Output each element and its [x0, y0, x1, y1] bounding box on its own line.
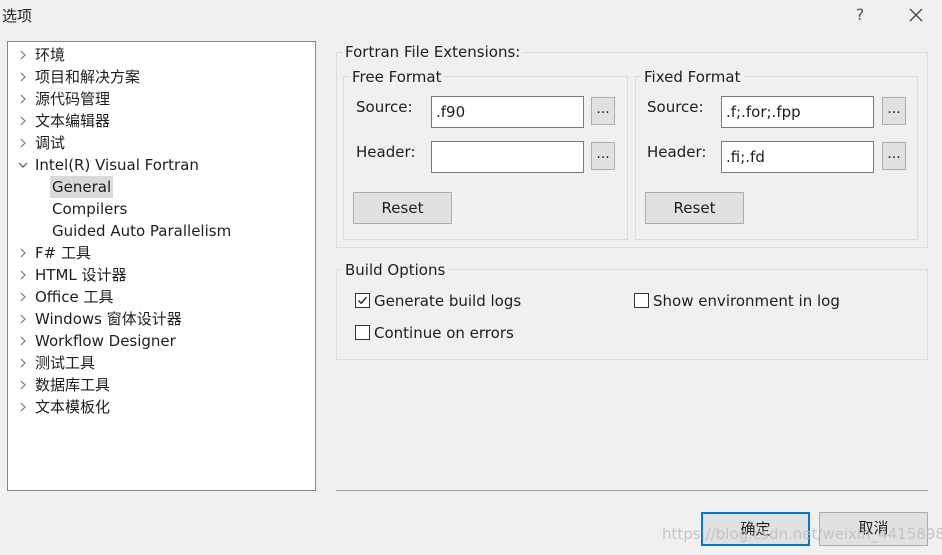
tree-item-label: Office 工具 — [35, 288, 114, 306]
fixed-source-browse-button[interactable]: ... — [882, 97, 906, 125]
chevron-right-icon[interactable] — [17, 330, 29, 352]
fixed-source-input[interactable]: .f;.for;.fpp — [721, 96, 874, 128]
free-header-browse-button[interactable]: ... — [591, 142, 615, 170]
chevron-right-icon[interactable] — [17, 132, 29, 154]
generate-build-logs-checkbox[interactable] — [355, 293, 370, 308]
free-source-input[interactable]: .f90 — [431, 96, 584, 128]
help-button[interactable]: ? — [850, 4, 870, 26]
tree-item[interactable]: Workflow Designer — [8, 330, 315, 352]
tree-item[interactable]: 调试 — [8, 132, 315, 154]
show-environment-label[interactable]: Show environment in log — [653, 291, 840, 311]
tree-item-label: Guided Auto Parallelism — [52, 222, 232, 240]
close-button[interactable] — [905, 4, 927, 26]
show-environment-checkbox[interactable] — [634, 293, 649, 308]
tree-item-label: 源代码管理 — [35, 90, 111, 108]
tree-item[interactable]: 数据库工具 — [8, 374, 315, 396]
tree-item-label: Workflow Designer — [35, 332, 176, 350]
tree-child-item[interactable]: Guided Auto Parallelism — [8, 220, 315, 242]
tree-item-label: F# 工具 — [35, 244, 91, 262]
tree-item[interactable]: Intel(R) Visual Fortran — [8, 154, 315, 176]
fixed-source-label: Source: — [647, 98, 704, 116]
tree-item-label: 项目和解决方案 — [35, 68, 141, 86]
fixed-reset-button[interactable]: Reset — [645, 192, 744, 224]
fixed-header-browse-button[interactable]: ... — [882, 142, 906, 170]
tree-item[interactable]: F# 工具 — [8, 242, 315, 264]
free-reset-button[interactable]: Reset — [353, 192, 452, 224]
tree-item[interactable]: 项目和解决方案 — [8, 66, 315, 88]
free-format-title: Free Format — [349, 68, 445, 86]
chevron-right-icon[interactable] — [17, 374, 29, 396]
chevron-right-icon[interactable] — [17, 242, 29, 264]
tree-item[interactable]: 文本编辑器 — [8, 110, 315, 132]
tree-item[interactable]: Office 工具 — [8, 286, 315, 308]
cancel-button[interactable]: 取消 — [819, 512, 928, 546]
tree-item[interactable]: 源代码管理 — [8, 88, 315, 110]
tree-item-label: Windows 窗体设计器 — [35, 310, 182, 328]
tree-child-item[interactable]: General — [8, 176, 315, 198]
build-options-title: Build Options — [342, 261, 449, 279]
chevron-right-icon[interactable] — [17, 264, 29, 286]
free-source-label: Source: — [356, 98, 413, 116]
chevron-right-icon[interactable] — [17, 308, 29, 330]
ok-button[interactable]: 确定 — [701, 512, 810, 546]
chevron-right-icon[interactable] — [17, 88, 29, 110]
free-source-browse-button[interactable]: ... — [591, 97, 615, 125]
tree-item-label: General — [50, 176, 114, 198]
tree-child-item[interactable]: Compilers — [8, 198, 315, 220]
chevron-right-icon[interactable] — [17, 44, 29, 66]
tree-item-label: Intel(R) Visual Fortran — [35, 156, 199, 174]
continue-on-errors-checkbox[interactable] — [355, 325, 370, 340]
chevron-right-icon[interactable] — [17, 286, 29, 308]
chevron-down-icon[interactable] — [17, 154, 29, 176]
tree-item-label: 环境 — [35, 46, 66, 64]
free-header-label: Header: — [356, 143, 416, 161]
chevron-right-icon[interactable] — [17, 110, 29, 132]
tree-item-label: 文本模板化 — [35, 398, 111, 416]
fixed-header-input[interactable]: .fi;.fd — [721, 141, 874, 173]
tree-item-label: 数据库工具 — [35, 376, 111, 394]
generate-build-logs-label[interactable]: Generate build logs — [374, 291, 521, 311]
tree-item[interactable]: HTML 设计器 — [8, 264, 315, 286]
fixed-header-label: Header: — [647, 143, 707, 161]
file-extensions-title: Fortran File Extensions: — [342, 43, 524, 61]
tree-item[interactable]: 环境 — [8, 44, 315, 66]
tree-item-label: 文本编辑器 — [35, 112, 111, 130]
tree-item[interactable]: 测试工具 — [8, 352, 315, 374]
tree-item-label: Compilers — [52, 200, 128, 218]
build-options-group — [336, 269, 928, 360]
checkmark-icon — [358, 296, 368, 305]
chevron-right-icon[interactable] — [17, 66, 29, 88]
options-tree[interactable]: 环境项目和解决方案 源代码管理文本编辑器调试 Intel(R) Visual For… — [7, 41, 316, 491]
chevron-right-icon[interactable] — [17, 396, 29, 418]
tree-item-label: 调试 — [35, 134, 66, 152]
dialog-title: 选项 — [2, 7, 33, 25]
free-header-input[interactable] — [431, 141, 584, 173]
close-icon — [909, 8, 923, 22]
tree-item-label: HTML 设计器 — [35, 266, 127, 284]
tree-item[interactable]: 文本模板化 — [8, 396, 315, 418]
tree-item[interactable]: Windows 窗体设计器 — [8, 308, 315, 330]
tree-item-label: 测试工具 — [35, 354, 96, 372]
footer-separator — [336, 490, 928, 491]
fixed-format-title: Fixed Format — [641, 68, 744, 86]
chevron-right-icon[interactable] — [17, 352, 29, 374]
continue-on-errors-label[interactable]: Continue on errors — [374, 323, 514, 343]
